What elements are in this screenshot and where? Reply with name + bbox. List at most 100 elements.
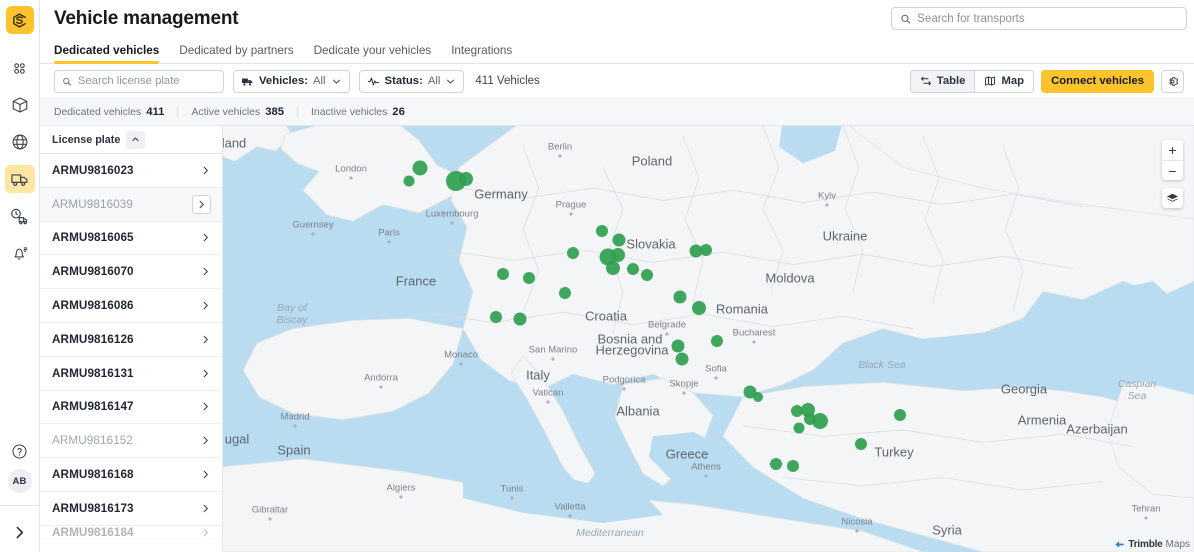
chevron-right-icon[interactable] [200,435,211,446]
map-city-dot [511,497,514,500]
tab-dedicated-vehicles[interactable]: Dedicated vehicles [54,44,169,63]
tab-label: Dedicate your vehicles [314,44,432,57]
map-city-dot [1145,517,1148,520]
vehicle-cluster-marker[interactable] [404,176,415,187]
view-table-button[interactable]: Table [911,71,975,92]
zoom-out-button[interactable]: − [1162,160,1183,180]
vehicle-cluster-marker[interactable] [413,161,428,176]
list-header[interactable]: License plate [40,126,222,154]
vehicle-cluster-marker[interactable] [855,438,867,450]
rail-bottom-group: AB [0,437,39,552]
search-input[interactable] [917,13,1178,25]
vehicle-cluster-marker[interactable] [567,247,579,259]
sidebar-item-dashboard[interactable] [5,54,35,82]
list-item[interactable]: ARMU9816126 [40,323,222,357]
map-city-dot [753,341,756,344]
chevron-right-icon[interactable] [200,469,211,480]
sidebar-item-network[interactable] [5,128,35,156]
avatar-initials: AB [8,469,32,493]
license-plate-list-panel: License plate ARMU9816023ARMU9816039ARMU… [40,126,223,552]
sidebar-item-planning[interactable] [5,202,35,230]
status-filter-dropdown[interactable]: Status: All [359,70,465,93]
map-city-dot [705,475,708,478]
sidebar-item-shipments[interactable] [5,91,35,119]
list-item[interactable]: ARMU9816173 [40,492,222,526]
vehicle-cluster-marker[interactable] [804,413,816,425]
vehicle-cluster-marker[interactable] [676,353,689,366]
tab-dedicated-by-partners[interactable]: Dedicated by partners [169,44,303,63]
sennder-logo-icon[interactable] [6,6,34,34]
stat-value: 385 [265,106,284,118]
content-split: License plate ARMU9816023ARMU9816039ARMU… [40,126,1194,552]
license-plate-rows[interactable]: ARMU9816023ARMU9816039ARMU9816065ARMU981… [40,154,222,552]
chevron-right-icon[interactable] [200,401,211,412]
vehicle-cluster-marker[interactable] [611,248,625,262]
vehicle-cluster-marker[interactable] [700,244,712,256]
chevron-right-icon[interactable] [200,232,211,243]
vehicle-cluster-marker[interactable] [672,340,685,353]
expand-rail-button[interactable] [0,512,39,552]
transport-search[interactable] [891,7,1187,30]
tab-integrations[interactable]: Integrations [441,44,522,63]
vehicle-cluster-marker[interactable] [459,172,473,186]
list-item[interactable]: ARMU9816152 [40,424,222,458]
chevron-right-icon[interactable] [200,165,211,176]
list-item[interactable]: ARMU9816147 [40,391,222,425]
vehicle-cluster-marker[interactable] [523,272,535,284]
chevron-right-icon[interactable] [200,266,211,277]
view-map-button[interactable]: Map [974,71,1033,92]
layers-button[interactable] [1162,188,1183,208]
vehicle-cluster-marker[interactable] [787,460,799,472]
chevron-right-icon[interactable] [200,368,211,379]
map-attribution: Trimble Maps [1114,539,1190,550]
vehicle-cluster-marker[interactable] [674,291,687,304]
vehicle-cluster-marker[interactable] [497,268,509,280]
vehicle-cluster-marker[interactable] [613,234,626,247]
vehicle-cluster-marker[interactable] [692,301,706,315]
settings-button[interactable] [1161,70,1184,93]
map-city-dot [350,177,353,180]
list-item[interactable]: ARMU9816131 [40,357,222,391]
sidebar-item-notifications[interactable] [5,239,35,267]
vehicle-cluster-marker[interactable] [641,269,653,281]
vehicle-cluster-marker[interactable] [596,225,608,237]
avatar[interactable]: AB [5,467,35,495]
vehicle-cluster-marker[interactable] [490,311,502,323]
vehicles-filter-value: All [313,75,326,87]
vehicle-cluster-marker[interactable] [753,392,763,402]
list-item[interactable]: ARMU9816184 [40,526,222,540]
help-button[interactable] [5,437,35,465]
license-plate-search[interactable] [54,70,224,93]
map-city-dot [856,530,859,533]
vehicle-cluster-marker[interactable] [794,423,805,434]
vehicle-map[interactable]: PolandGermanySlovakiaUkraineFranceMoldov… [223,126,1194,552]
chevron-right-icon[interactable] [200,503,211,514]
list-item[interactable]: ARMU9816070 [40,255,222,289]
tab-dedicate-your-vehicles[interactable]: Dedicate your vehicles [304,44,442,63]
sort-toggle[interactable] [126,131,145,149]
vehicle-cluster-marker[interactable] [711,335,723,347]
vehicle-cluster-marker[interactable] [627,263,639,275]
vehicle-cluster-marker[interactable] [606,261,620,275]
search-icon [62,76,72,87]
vehicle-cluster-marker[interactable] [559,287,571,299]
chevron-right-icon[interactable] [200,334,211,345]
license-plate-input[interactable] [78,75,216,87]
chevron-right-icon[interactable] [200,300,211,311]
vehicle-cluster-marker[interactable] [770,458,782,470]
list-item[interactable]: ARMU9816039 [40,188,222,222]
stat-value: 411 [146,106,164,118]
chevron-right-icon[interactable] [200,527,211,538]
zoom-in-button[interactable]: + [1162,140,1183,160]
vehicle-cluster-marker[interactable] [514,313,527,326]
vehicles-filter-dropdown[interactable]: Vehicles: All [233,70,350,93]
truck-icon [241,75,254,88]
chevron-right-icon[interactable] [192,195,211,214]
sidebar-item-vehicles[interactable] [5,165,35,193]
list-item[interactable]: ARMU9816086 [40,289,222,323]
list-item[interactable]: ARMU9816065 [40,222,222,256]
list-item[interactable]: ARMU9816023 [40,154,222,188]
connect-vehicles-button[interactable]: Connect vehicles [1041,70,1154,93]
vehicle-cluster-marker[interactable] [894,409,906,421]
list-item[interactable]: ARMU9816168 [40,458,222,492]
